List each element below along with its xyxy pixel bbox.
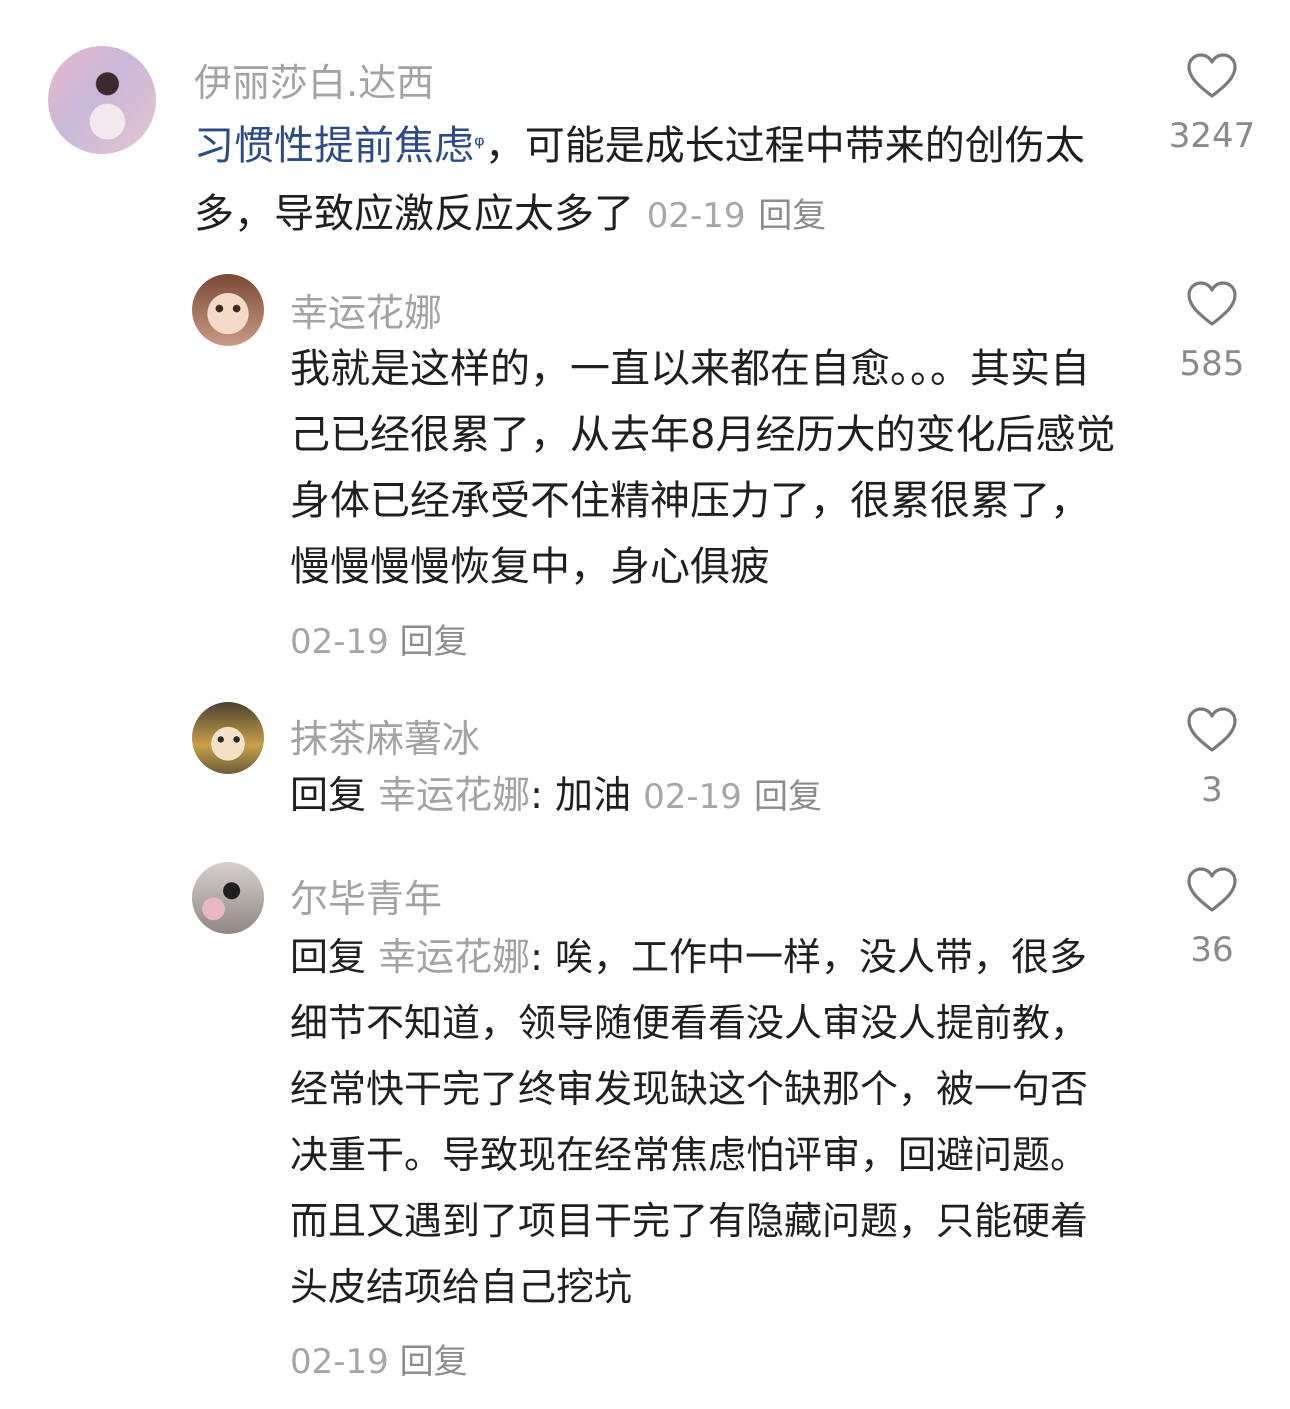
reply-button[interactable]: 回复 xyxy=(400,622,468,662)
heart-icon[interactable] xyxy=(1186,52,1238,100)
comment-meta: 02-19 回复 xyxy=(290,1334,468,1383)
comment-text: 回复 幸运花娜: 唉，工作中一样，没人带，很多细节不知道，领导随便看看没人审没人… xyxy=(290,924,1120,1320)
username[interactable]: 尔毕青年 xyxy=(290,868,442,923)
reply-to-user[interactable]: 幸运花娜 xyxy=(378,935,530,979)
like-button[interactable]: 3247 xyxy=(1157,52,1267,156)
comment-date: 02-19 xyxy=(290,622,389,662)
comment-meta: 02-19 回复 xyxy=(290,614,468,663)
username[interactable]: 抹茶麻薯冰 xyxy=(290,708,480,763)
username[interactable]: 伊丽莎白.达西 xyxy=(194,52,434,107)
like-count: 36 xyxy=(1190,930,1234,970)
comment-body: : 唉，工作中一样，没人带，很多细节不知道，领导随便看看没人审没人提前教，经常快… xyxy=(290,935,1089,1309)
like-count: 585 xyxy=(1179,344,1245,384)
reply-button[interactable]: 回复 xyxy=(754,777,822,817)
like-button[interactable]: 36 xyxy=(1157,866,1267,970)
like-button[interactable]: 585 xyxy=(1157,280,1267,384)
comment-item: 抹茶麻薯冰 回复 幸运花娜: 加油 02-19 回复 3 xyxy=(0,680,1290,840)
comment-date: 02-19 xyxy=(646,196,746,236)
comment-body: 我就是这样的，一直以来都在自愈。。。其实自己已经很累了，从去年8月经历大的变化后… xyxy=(290,346,1116,590)
reply-button[interactable]: 回复 xyxy=(400,1342,468,1382)
comment-date: 02-19 xyxy=(290,1342,389,1382)
reply-button[interactable]: 回复 xyxy=(758,196,826,236)
heart-icon[interactable] xyxy=(1186,866,1238,914)
comment-text: 回复 幸运花娜: 加油 02-19 回复 xyxy=(290,764,1120,828)
comment-item: 尔毕青年 回复 幸运花娜: 唉，工作中一样，没人带，很多细节不知道，领导随便看看… xyxy=(0,840,1290,1409)
avatar[interactable] xyxy=(48,46,156,154)
reply-prefix: 回复 xyxy=(290,935,367,979)
like-count: 3247 xyxy=(1168,116,1256,156)
heart-icon[interactable] xyxy=(1186,706,1238,754)
avatar[interactable] xyxy=(192,862,264,934)
avatar[interactable] xyxy=(192,702,264,774)
avatar[interactable] xyxy=(192,274,264,346)
comment-item: 幸运花娜 我就是这样的，一直以来都在自愈。。。其实自己已经很累了，从去年8月经历… xyxy=(0,250,1290,680)
heart-icon[interactable] xyxy=(1186,280,1238,328)
search-keyword-link[interactable]: 习惯性提前焦虑 xyxy=(194,123,474,169)
comment-date: 02-19 xyxy=(643,777,742,817)
username[interactable]: 幸运花娜 xyxy=(290,282,442,337)
reply-prefix: 回复 xyxy=(290,773,367,817)
comment-text: 我就是这样的，一直以来都在自愈。。。其实自己已经很累了，从去年8月经历大的变化后… xyxy=(290,336,1120,600)
comment-body: : 加油 xyxy=(530,773,632,817)
reply-to-user[interactable]: 幸运花娜 xyxy=(378,773,530,817)
like-button[interactable]: 3 xyxy=(1157,706,1267,810)
comment-item: 伊丽莎白.达西 习惯性提前焦虑ᵠ，可能是成长过程中带来的创伤太多，导致应激反应太… xyxy=(0,0,1290,240)
like-count: 3 xyxy=(1201,770,1223,810)
search-icon[interactable]: ᵠ xyxy=(474,131,485,161)
comment-text: 习惯性提前焦虑ᵠ，可能是成长过程中带来的创伤太多，导致应激反应太多了 02-19… xyxy=(194,112,1144,250)
